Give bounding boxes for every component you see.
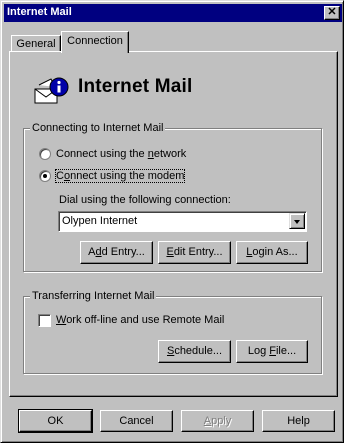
apply-button[interactable]: Apply	[181, 410, 254, 432]
close-icon: ✕	[327, 6, 337, 18]
radio-selected-dot	[43, 174, 47, 178]
log-file-button[interactable]: Log File...	[236, 340, 308, 363]
tab-connection[interactable]: Connection	[61, 31, 129, 53]
title-bar[interactable]: Internet Mail ✕	[4, 4, 342, 22]
dial-connection-select[interactable]: Olypen Internet	[58, 211, 307, 232]
close-button[interactable]: ✕	[324, 6, 340, 20]
transferring-group-legend: Transferring Internet Mail	[30, 290, 157, 302]
modem-radio[interactable]	[39, 170, 51, 182]
work-offline-checkbox[interactable]	[38, 314, 51, 327]
dial-connection-label: Dial using the following connection:	[59, 194, 231, 206]
window-title: Internet Mail	[7, 6, 72, 18]
network-radio[interactable]	[39, 148, 51, 160]
tab-general[interactable]: General	[11, 35, 61, 51]
ok-button[interactable]: OK	[18, 409, 93, 433]
connecting-group-legend: Connecting to Internet Mail	[30, 122, 166, 134]
page-title: Internet Mail	[78, 76, 193, 97]
cancel-button[interactable]: Cancel	[100, 410, 173, 432]
schedule-button[interactable]: Schedule...	[158, 340, 231, 363]
tab-connection-label: Connection	[67, 35, 123, 47]
add-entry-button[interactable]: Add Entry...	[80, 241, 153, 264]
help-button[interactable]: Help	[262, 410, 335, 432]
dial-connection-value: Olypen Internet	[62, 215, 138, 227]
tab-general-label: General	[16, 38, 56, 50]
work-offline-label[interactable]: Work off-line and use Remote Mail	[56, 314, 224, 326]
internet-mail-dialog: Internet Mail ✕ General Connection Inter…	[0, 0, 344, 443]
login-as-button[interactable]: Login As...	[236, 241, 308, 264]
mail-envelope-info-icon	[34, 77, 69, 104]
network-radio-label[interactable]: Connect using the network	[56, 148, 186, 160]
modem-radio-label[interactable]: Connect using the modem	[54, 169, 186, 183]
chevron-down-icon	[294, 220, 300, 224]
edit-entry-button[interactable]: Edit Entry...	[158, 241, 231, 264]
dropdown-button[interactable]	[289, 213, 305, 229]
